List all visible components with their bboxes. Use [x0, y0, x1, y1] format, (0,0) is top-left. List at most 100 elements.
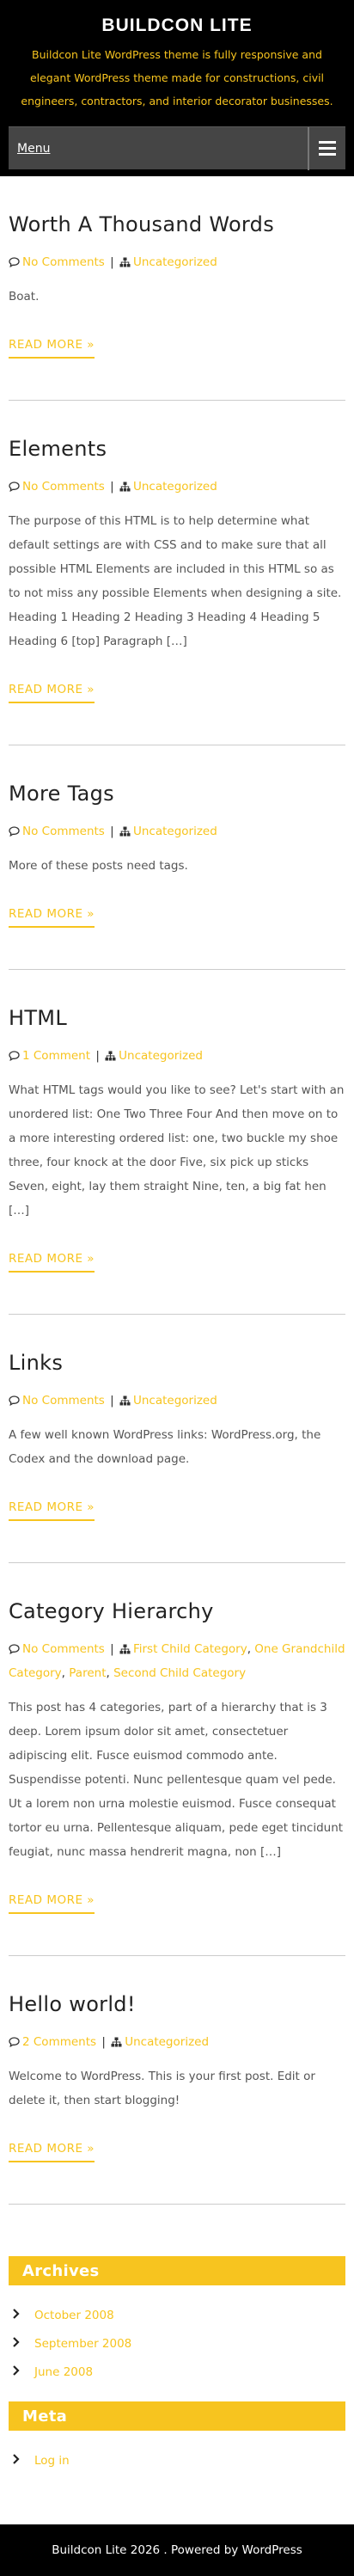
- post-meta: No Comments | First Child Category, One …: [9, 1637, 345, 1685]
- hamburger-icon[interactable]: [308, 126, 345, 170]
- post-title[interactable]: Links: [9, 1351, 345, 1375]
- read-more-link[interactable]: READ MORE »: [9, 683, 95, 703]
- post-article: More Tags No Comments | Uncategorized More…: [9, 745, 345, 970]
- site-header: BUILDCON LITE Buildcon Lite WordPress th…: [0, 0, 354, 126]
- category-comma: ,: [247, 1642, 255, 1656]
- menu-link[interactable]: Menu: [9, 142, 50, 156]
- header-spacer: [0, 169, 354, 176]
- comments-link[interactable]: No Comments: [22, 255, 105, 269]
- post-article: Hello world! 2 Comments | Uncategorized We…: [9, 1956, 345, 2205]
- archives-widget: Archives October 2008 September 2008 June …: [9, 2256, 345, 2401]
- read-more-link[interactable]: READ MORE »: [9, 2142, 95, 2162]
- chevron-right-icon: [12, 2364, 21, 2379]
- post-meta: No Comments | Uncategorized: [9, 475, 345, 499]
- category-link[interactable]: Uncategorized: [125, 2035, 209, 2049]
- post-title[interactable]: HTML: [9, 1006, 345, 1030]
- widget-list-item: June 2008: [12, 2358, 345, 2386]
- comments-icon: [9, 2035, 22, 2049]
- post-article: Elements No Comments | Uncategorized The p…: [9, 401, 345, 745]
- comments-link[interactable]: No Comments: [22, 1642, 105, 1656]
- post-meta: 1 Comment | Uncategorized: [9, 1044, 345, 1068]
- post-list: Worth A Thousand Words No Comments | Unca…: [0, 176, 354, 2205]
- category-comma: ,: [106, 1666, 114, 1680]
- post-excerpt: The purpose of this HTML is to help dete…: [9, 514, 342, 648]
- sitemap-icon: [119, 255, 133, 269]
- post-meta: No Comments | Uncategorized: [9, 1389, 345, 1413]
- post-title[interactable]: Elements: [9, 437, 345, 461]
- post-title[interactable]: Worth A Thousand Words: [9, 212, 345, 236]
- widget-list-item: September 2008: [12, 2329, 345, 2358]
- category-link[interactable]: First Child Category: [133, 1642, 247, 1656]
- meta-separator: |: [106, 825, 118, 838]
- comments-icon: [9, 825, 22, 838]
- archives-list: October 2008 September 2008 June 2008: [9, 2285, 345, 2401]
- nav-bar: Menu: [0, 126, 354, 170]
- post-excerpt: What HTML tags would you like to see? Le…: [9, 1083, 345, 1217]
- comments-icon: [9, 255, 22, 269]
- comments-link[interactable]: No Comments: [22, 825, 105, 838]
- widget-list-item: Log in: [12, 2446, 345, 2475]
- category-link[interactable]: Uncategorized: [119, 1049, 203, 1063]
- comments-icon: [9, 1049, 22, 1063]
- meta-separator: |: [106, 1642, 118, 1656]
- site-description: Buildcon Lite WordPress theme is fully r…: [21, 48, 333, 107]
- widget-link[interactable]: October 2008: [34, 2309, 114, 2322]
- category-link[interactable]: Uncategorized: [133, 255, 217, 269]
- post-meta: No Comments | Uncategorized: [9, 250, 345, 274]
- post-excerpt: This post has 4 categories, part of a hi…: [9, 1701, 344, 1859]
- comments-link[interactable]: No Comments: [22, 480, 105, 494]
- site-title[interactable]: BUILDCON LITE: [9, 15, 345, 36]
- widget-list-item: October 2008: [12, 2301, 345, 2329]
- meta-separator: |: [92, 1049, 104, 1063]
- comments-icon: [9, 1642, 22, 1656]
- post-article: HTML 1 Comment | Uncategorized What HTML t…: [9, 970, 345, 1315]
- sitemap-icon: [105, 1049, 119, 1063]
- post-excerpt: A few well known WordPress links: WordPr…: [9, 1428, 321, 1466]
- category-link[interactable]: Uncategorized: [133, 1394, 217, 1408]
- post-excerpt: More of these posts need tags.: [9, 859, 188, 873]
- post-article: Links No Comments | Uncategorized A few we…: [9, 1315, 345, 1563]
- read-more-link[interactable]: READ MORE »: [9, 907, 95, 928]
- post-meta: No Comments | Uncategorized: [9, 819, 345, 843]
- read-more-link[interactable]: READ MORE »: [9, 1500, 95, 1521]
- meta-separator: |: [106, 480, 118, 494]
- sitemap-icon: [119, 1642, 133, 1656]
- post-title[interactable]: More Tags: [9, 782, 345, 806]
- menu-toggle-bar[interactable]: Menu: [9, 126, 345, 170]
- read-more-link[interactable]: READ MORE »: [9, 1893, 95, 1914]
- category-link[interactable]: Uncategorized: [133, 825, 217, 838]
- chevron-right-icon: [12, 2336, 21, 2351]
- post-article: Category Hierarchy No Comments | First Ch…: [9, 1563, 345, 1956]
- post-excerpt: Boat.: [9, 290, 40, 304]
- sitemap-icon: [111, 2035, 125, 2049]
- category-link[interactable]: Second Child Category: [113, 1666, 246, 1680]
- sitemap-icon: [119, 480, 133, 494]
- footer-text: Buildcon Lite 2026 . Powered by WordPres…: [52, 2543, 302, 2557]
- meta-separator: |: [98, 2035, 110, 2049]
- read-more-link[interactable]: READ MORE »: [9, 338, 95, 359]
- widget-link[interactable]: June 2008: [34, 2365, 93, 2379]
- widget-link[interactable]: September 2008: [34, 2337, 131, 2351]
- post-article: Worth A Thousand Words No Comments | Unca…: [9, 176, 345, 401]
- chevron-right-icon: [12, 2308, 21, 2322]
- chevron-right-icon: [12, 2453, 21, 2468]
- category-link[interactable]: Uncategorized: [133, 480, 217, 494]
- sitemap-icon: [119, 825, 133, 838]
- post-title[interactable]: Category Hierarchy: [9, 1599, 345, 1623]
- meta-title: Meta: [9, 2401, 345, 2431]
- post-title[interactable]: Hello world!: [9, 1992, 345, 2016]
- comments-link[interactable]: No Comments: [22, 1394, 105, 1408]
- category-link[interactable]: Parent: [69, 1666, 106, 1680]
- meta-widget: Meta Log in: [9, 2401, 345, 2490]
- sitemap-icon: [119, 1394, 133, 1408]
- read-more-link[interactable]: READ MORE »: [9, 1252, 95, 1273]
- category-comma: ,: [61, 1666, 70, 1680]
- post-excerpt: Welcome to WordPress. This is your first…: [9, 2070, 315, 2107]
- meta-list: Log in: [9, 2431, 345, 2490]
- comments-link[interactable]: 1 Comment: [22, 1049, 90, 1063]
- sidebar: Archives October 2008 September 2008 June …: [0, 2205, 354, 2524]
- comments-link[interactable]: 2 Comments: [22, 2035, 96, 2049]
- meta-separator: |: [106, 1394, 118, 1408]
- comments-icon: [9, 480, 22, 494]
- widget-link[interactable]: Log in: [34, 2454, 70, 2468]
